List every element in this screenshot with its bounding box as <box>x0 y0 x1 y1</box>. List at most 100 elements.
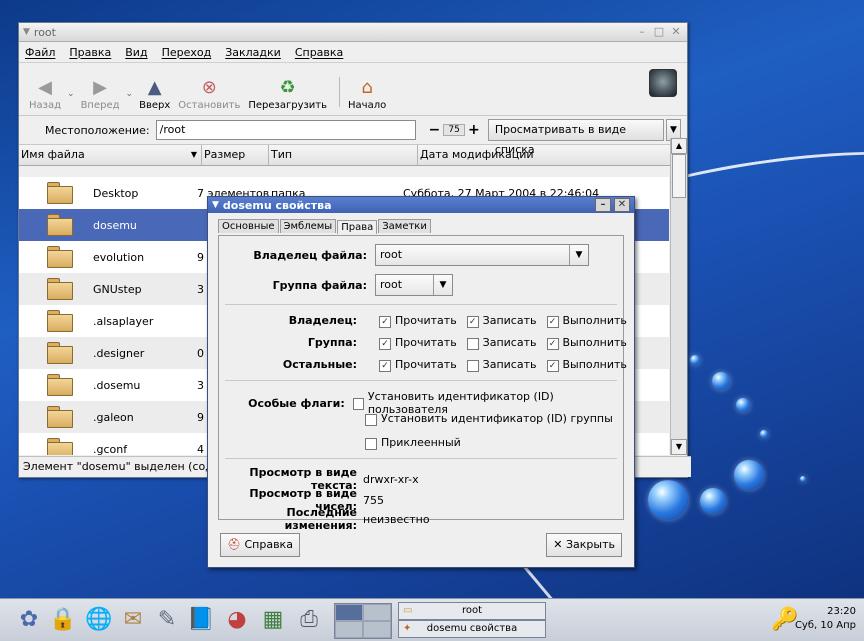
menubar: Файл Правка Вид Переход Закладки Справка <box>19 42 687 63</box>
home-label: Начало <box>348 100 387 111</box>
scroll-up-icon[interactable]: ▲ <box>671 138 687 154</box>
scrollbar-thumb[interactable] <box>672 154 686 198</box>
view-as-list-button[interactable]: Просматривать в виде списка <box>487 119 664 156</box>
permissions-pane: Владелец файла: root ▼ Группа файла: roo… <box>218 235 627 532</box>
window-titlebar[interactable]: ▼ root – □ ✕ <box>19 23 687 42</box>
dialog-tabs: Основные Эмблемы Права Заметки <box>218 219 634 234</box>
close-icon[interactable]: ✕ <box>669 26 683 38</box>
presentation-icon[interactable]: ◕ <box>222 605 252 635</box>
back-arrow-icon: ◀ <box>38 77 52 98</box>
maximize-icon[interactable]: □ <box>652 26 666 38</box>
workspace-3[interactable] <box>335 621 363 638</box>
owner-exec-checkbox[interactable]: ✓ Выполнить <box>546 314 627 328</box>
wallpaper-bubble <box>648 480 688 520</box>
menu-bookmarks[interactable]: Закладки <box>225 46 281 59</box>
column-name-header[interactable]: Имя файла ▼ <box>19 145 202 165</box>
reload-button[interactable]: ♻ Перезагрузить <box>248 76 327 111</box>
workspace-2[interactable] <box>363 604 391 621</box>
owner-read-checkbox[interactable]: ✓ Прочитать <box>379 314 457 328</box>
home-button[interactable]: ⌂ Начало <box>348 76 386 111</box>
check-icon: ✓ <box>546 337 559 350</box>
menu-help[interactable]: Справка <box>295 46 343 59</box>
separator <box>225 304 617 305</box>
clock[interactable]: 23:20 Суб, 10 Апр <box>795 605 856 633</box>
tab-basic[interactable]: Основные <box>218 219 279 233</box>
last-change-label: Последние изменения: <box>284 506 357 532</box>
others-write-checkbox[interactable]: Записать <box>466 358 537 372</box>
file-name: dosemu <box>93 218 137 232</box>
menu-edit[interactable]: Правка <box>69 46 111 59</box>
column-type-header[interactable]: Тип <box>269 145 418 165</box>
file-name: Desktop <box>93 186 139 200</box>
spreadsheet-icon[interactable]: ▦ <box>258 605 288 635</box>
others-exec-checkbox[interactable]: ✓ Выполнить <box>546 358 627 372</box>
tab-emblems[interactable]: Эмблемы <box>279 219 337 233</box>
tab-permissions[interactable]: Права <box>337 220 378 234</box>
folder-icon <box>47 182 73 204</box>
zoom-out-button[interactable]: − <box>428 122 440 138</box>
folder-icon <box>47 214 73 236</box>
sticky-checkbox[interactable]: Приклеенный <box>365 436 461 450</box>
column-size-header[interactable]: Размер <box>202 145 269 165</box>
up-button[interactable]: ▲ Вверх <box>139 76 170 111</box>
group-exec-checkbox[interactable]: ✓ Выполнить <box>546 336 627 350</box>
window-title: root <box>33 25 56 39</box>
dialog-close-icon[interactable]: ✕ <box>614 198 630 212</box>
forward-history-dropdown-icon[interactable]: ⌄ <box>126 89 134 99</box>
close-button[interactable]: ✕ Закрыть <box>546 533 622 557</box>
back-button[interactable]: ◀ Назад <box>29 76 61 111</box>
dialog-titlebar[interactable]: ▼ dosemu свойства – ✕ <box>208 197 634 213</box>
dialog-minimize-icon[interactable]: – <box>595 198 611 212</box>
file-list-scrollbar[interactable]: ▲ ▼ <box>670 138 687 455</box>
task-root[interactable]: ▭ root <box>398 602 546 620</box>
stop-button[interactable]: ⊗ Остановить <box>178 76 240 111</box>
others-read-checkbox[interactable]: ✓ Прочитать <box>379 358 457 372</box>
folder-icon <box>47 246 73 268</box>
empty-checkbox-icon <box>365 437 377 450</box>
last-change-value: неизвестно <box>363 512 430 526</box>
forward-button[interactable]: ▶ Вперед <box>81 76 120 111</box>
menu-view[interactable]: Вид <box>125 46 147 59</box>
location-input[interactable]: /root <box>155 120 417 140</box>
num-view-value: 755 <box>363 493 384 507</box>
minimize-icon[interactable]: – <box>635 26 649 38</box>
lock-icon[interactable]: 🔒 <box>48 605 78 635</box>
group-value: root <box>380 278 403 291</box>
scroll-down-icon[interactable]: ▼ <box>671 439 687 455</box>
window-menu-icon[interactable]: ▼ <box>23 27 30 37</box>
dialog-menu-icon[interactable]: ▼ <box>212 200 219 210</box>
workspace-1[interactable] <box>335 604 363 621</box>
setgid-checkbox[interactable]: Установить идентификатор (ID) группы <box>365 412 613 426</box>
menu-go[interactable]: Переход <box>162 46 212 59</box>
printer-icon[interactable]: ⎙ <box>294 605 324 635</box>
special-flags-label: Особые флаги: <box>248 396 345 410</box>
file-name: .gconf <box>93 442 128 456</box>
wallpaper-bubble <box>734 460 764 490</box>
location-label: Местоположение: <box>45 123 150 137</box>
task-properties[interactable]: ✦ dosemu свойства <box>398 620 546 638</box>
workspace-4[interactable] <box>363 621 391 638</box>
writer-icon[interactable]: 📘 <box>186 605 216 635</box>
browser-globe-icon[interactable]: 🌐 <box>84 605 114 635</box>
text-editor-icon[interactable]: ✎ <box>152 605 182 635</box>
toolbar-separator <box>339 77 341 107</box>
group-combo[interactable]: root ▼ <box>375 274 453 296</box>
mail-icon[interactable]: ✉ <box>118 605 148 635</box>
zoom-level[interactable]: 75 <box>443 124 465 136</box>
group-read-checkbox[interactable]: ✓ Прочитать <box>379 336 457 350</box>
column-date-header[interactable]: Дата модификации <box>418 145 671 165</box>
owner-write-checkbox[interactable]: ✓ Записать <box>466 314 537 328</box>
tab-notes[interactable]: Заметки <box>378 219 431 233</box>
menu-file[interactable]: Файл <box>25 46 55 59</box>
wallpaper-bubble <box>736 398 750 412</box>
file-name: .galeon <box>93 410 134 424</box>
workspace-pager[interactable] <box>334 603 392 639</box>
help-button[interactable]: ⛑ Справка <box>220 533 300 557</box>
owner-combo[interactable]: root ▼ <box>375 244 589 266</box>
zoom-in-button[interactable]: + <box>468 122 480 138</box>
group-write-checkbox[interactable]: Записать <box>466 336 537 350</box>
main-menu-icon[interactable]: ✿ <box>14 605 44 635</box>
file-name: evolution <box>93 250 145 264</box>
folder-icon <box>47 374 73 396</box>
back-history-dropdown-icon[interactable]: ⌄ <box>67 89 75 99</box>
